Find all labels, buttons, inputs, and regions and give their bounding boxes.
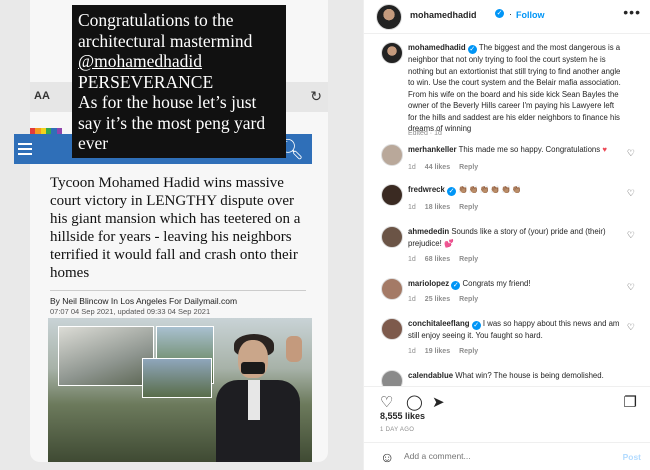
- separator-dot: ·: [509, 9, 512, 19]
- caption-meta: Edited · 1d: [408, 130, 442, 137]
- hearts-emoji: 💕: [443, 238, 454, 248]
- reply-button[interactable]: Reply: [459, 164, 478, 171]
- comment-username[interactable]: calendablue: [408, 371, 453, 380]
- emoji-icon[interactable]: ☺: [380, 449, 394, 465]
- comment-username[interactable]: fredwreck: [408, 185, 445, 194]
- username-link[interactable]: mohamedhadid: [410, 10, 477, 20]
- post-button[interactable]: Post: [623, 452, 641, 462]
- comment-text: conchitaleeflang ✓ I was so happy about …: [408, 318, 622, 342]
- avatar[interactable]: [381, 184, 403, 206]
- comment-meta: 1d 44 likes Reply: [408, 164, 487, 171]
- post-timestamp: 1 DAY AGO: [380, 427, 415, 433]
- caption-username[interactable]: mohamedhadid: [408, 43, 466, 52]
- article-headline: Tycoon Mohamed Hadid wins massive court …: [50, 175, 301, 281]
- comment-likes[interactable]: 18 likes: [425, 204, 450, 211]
- like-heart-icon[interactable]: ♡: [380, 393, 393, 411]
- bookmark-icon[interactable]: ❐: [624, 393, 637, 411]
- reply-button[interactable]: Reply: [459, 204, 478, 211]
- article-dateline: 07:07 04 Sep 2021, updated 09:33 04 Sep …: [50, 307, 211, 316]
- comment-likes[interactable]: 68 likes: [425, 256, 450, 263]
- story-text-overlay: Congratulations to the architectural mas…: [72, 5, 286, 158]
- verified-icon: ✓: [451, 281, 461, 290]
- share-icon[interactable]: ➤: [432, 393, 445, 411]
- comment-meta: 1d 68 likes Reply: [408, 256, 487, 263]
- red-heart-emoji: ♥: [602, 145, 607, 154]
- avatar[interactable]: [381, 42, 403, 64]
- like-heart-icon[interactable]: ♡: [627, 322, 635, 333]
- comment-input[interactable]: [404, 451, 604, 461]
- comment-text: merhankeller This made me so happy. Cong…: [408, 144, 622, 156]
- comment-username[interactable]: conchitaleeflang: [408, 319, 470, 328]
- comment-body: Congrats my friend!: [462, 279, 531, 288]
- post-media[interactable]: AA ↻ 🔍︎ Congratulations to the architect…: [0, 0, 363, 470]
- add-comment-bar: ☺ Post: [364, 442, 650, 470]
- comment-meta: 1d 25 likes Reply: [408, 296, 487, 303]
- follow-button[interactable]: Follow: [516, 10, 545, 20]
- article-block: Tycoon Mohamed Hadid wins massive court …: [44, 168, 312, 316]
- comment-icon[interactable]: ◯: [406, 393, 423, 411]
- caption-text: mohamedhadid ✓ The biggest and the most …: [408, 42, 622, 135]
- overlay-line: PERSEVERANCE: [78, 71, 214, 92]
- verified-icon: ✓: [447, 187, 457, 196]
- post-side-panel: mohamedhadid ✓ · Follow ••• mohamedhadid…: [363, 0, 650, 470]
- avatar[interactable]: [381, 226, 403, 248]
- overlay-line: ever: [78, 133, 109, 153]
- comment-username[interactable]: ahmededin: [408, 227, 449, 236]
- comment-username[interactable]: merhankeller: [408, 145, 457, 154]
- verified-icon: ✓: [471, 321, 481, 330]
- man-waving-photo: [208, 332, 312, 462]
- avatar[interactable]: [381, 278, 403, 300]
- inset-photo: [142, 358, 212, 398]
- comment-age: 1d: [408, 256, 416, 263]
- post-header: mohamedhadid ✓ · Follow •••: [364, 0, 650, 34]
- like-heart-icon[interactable]: ♡: [627, 230, 635, 241]
- reply-button[interactable]: Reply: [459, 348, 478, 355]
- verified-icon: ✓: [467, 45, 477, 54]
- comment-meta: 1d 18 likes Reply: [408, 204, 487, 211]
- comment-meta: 1d 19 likes Reply: [408, 348, 487, 355]
- comment-body: What win? The house is being demolished.: [455, 371, 604, 380]
- overlay-mention: @mohamedhadid: [78, 51, 203, 71]
- like-heart-icon[interactable]: ♡: [627, 188, 635, 199]
- comment-likes[interactable]: 19 likes: [425, 348, 450, 355]
- comment-text: mariolopez ✓ Congrats my friend!: [408, 278, 622, 290]
- reply-button[interactable]: Reply: [459, 296, 478, 303]
- overlay-line: architectural mastermind: [78, 30, 253, 51]
- avatar[interactable]: [381, 370, 403, 386]
- like-heart-icon[interactable]: ♡: [627, 148, 635, 159]
- comment-age: 1d: [408, 348, 416, 355]
- comment-age: 1d: [408, 296, 416, 303]
- comment-text: calendablue What win? The house is being…: [408, 370, 622, 382]
- reload-icon: ↻: [310, 88, 322, 104]
- comment-text: fredwreck ✓ 👏🏽👏🏽👏🏽👏🏽👏🏽👏🏽: [408, 184, 622, 196]
- comment-text: ahmededin Sounds like a story of (your) …: [408, 226, 622, 249]
- comment-likes[interactable]: 44 likes: [425, 164, 450, 171]
- like-heart-icon[interactable]: ♡: [627, 282, 635, 293]
- mansion-photo: [58, 326, 154, 386]
- verified-icon: ✓: [495, 9, 504, 18]
- comments-list[interactable]: mohamedhadid ✓ The biggest and the most …: [364, 34, 650, 386]
- overlay-line: As for the house let’s just: [78, 92, 257, 112]
- caption-body: The biggest and the most dangerous is a …: [408, 43, 621, 133]
- avatar[interactable]: [381, 318, 403, 340]
- overlay-line: Congratulations to the: [78, 10, 234, 30]
- reply-button[interactable]: Reply: [459, 256, 478, 263]
- avatar[interactable]: [381, 144, 403, 166]
- overlay-line: say it’s the most peng yard: [78, 112, 266, 133]
- likes-count[interactable]: 8,555 likes: [380, 411, 425, 421]
- text-size-button: AA: [34, 90, 50, 102]
- comment-age: 1d: [408, 164, 416, 171]
- article-byline: By Neil Blincow In Los Angeles For Daily…: [50, 296, 238, 306]
- comment-age: 1d: [408, 204, 416, 211]
- comment-likes[interactable]: 25 likes: [425, 296, 450, 303]
- hamburger-menu-icon: [18, 140, 32, 158]
- article-photos: [48, 318, 312, 462]
- avatar[interactable]: [376, 4, 402, 30]
- comment-body: This made me so happy. Congratulations: [458, 145, 601, 154]
- more-options-icon[interactable]: •••: [623, 4, 641, 20]
- clap-emojis: 👏🏽👏🏽👏🏽👏🏽👏🏽👏🏽: [458, 185, 523, 194]
- comment-username[interactable]: mariolopez: [408, 279, 449, 288]
